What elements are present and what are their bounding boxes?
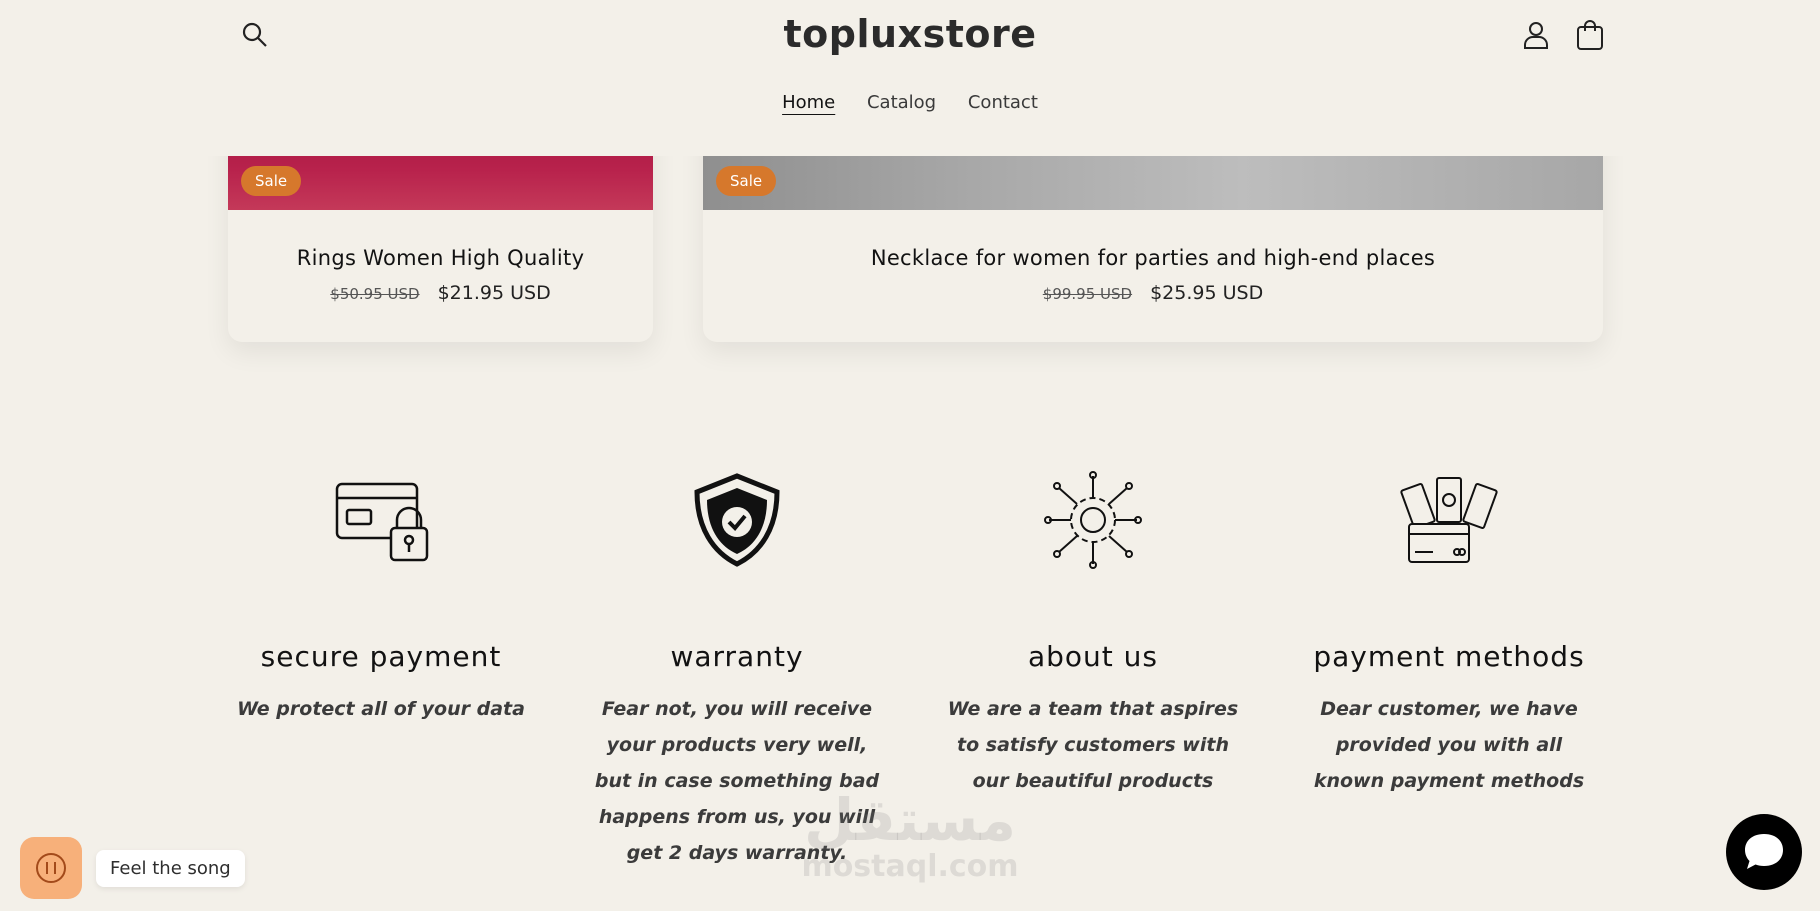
feature-title: secure payment — [260, 640, 502, 673]
feature-text: Dear customer, we have provided you with… — [1313, 698, 1585, 792]
user-icon — [1524, 22, 1548, 49]
chat-bubble-icon — [1745, 834, 1783, 869]
feature-about-us: about us We are a team that aspires to s… — [923, 470, 1263, 799]
chat-button[interactable] — [1726, 814, 1802, 890]
feature-secure-payment: secure payment We protect all of your da… — [211, 470, 551, 727]
feature-text: Fear not, you will receive your products… — [594, 698, 880, 864]
feature-payment-methods: payment methods Dear customer, we have p… — [1279, 470, 1619, 799]
cart-button[interactable] — [1574, 18, 1606, 52]
feature-title: payment methods — [1313, 640, 1585, 673]
main-nav: Home Catalog Contact — [0, 92, 1820, 113]
site-header: topluxstore Home Catalog Contact — [0, 0, 1820, 156]
shield-check-icon — [694, 473, 780, 567]
product-price: $50.95 USD $21.95 USD — [228, 282, 653, 304]
music-label: Feel the song — [96, 850, 245, 887]
music-pause-button[interactable] — [20, 837, 82, 899]
product-title[interactable]: Rings Women High Quality — [228, 246, 653, 270]
feature-text: We protect all of your data — [237, 698, 525, 720]
account-button[interactable] — [1520, 19, 1552, 51]
nav-home[interactable]: Home — [782, 92, 835, 113]
product-title[interactable]: Necklace for women for parties and high-… — [703, 246, 1603, 270]
nav-contact[interactable]: Contact — [968, 92, 1038, 113]
product-price: $99.95 USD $25.95 USD — [703, 282, 1603, 304]
cart-icon — [1577, 20, 1603, 50]
feature-title: warranty — [670, 640, 804, 673]
sale-price: $25.95 USD — [1150, 282, 1264, 304]
sale-badge: Sale — [716, 166, 777, 196]
sale-badge: Sale — [241, 166, 302, 196]
money-card-icon — [1400, 477, 1498, 563]
card-lock-icon — [335, 482, 429, 562]
team-hands-icon — [1044, 471, 1142, 569]
feature-text: We are a team that aspires to satisfy cu… — [947, 698, 1239, 792]
nav-catalog[interactable]: Catalog — [867, 92, 936, 113]
feature-warranty: warranty Fear not, you will receive your… — [567, 470, 907, 871]
sale-price: $21.95 USD — [437, 282, 551, 304]
old-price: $50.95 USD — [330, 285, 420, 303]
old-price: $99.95 USD — [1042, 285, 1133, 303]
feature-title: about us — [1027, 640, 1159, 673]
pause-icon — [36, 853, 66, 883]
